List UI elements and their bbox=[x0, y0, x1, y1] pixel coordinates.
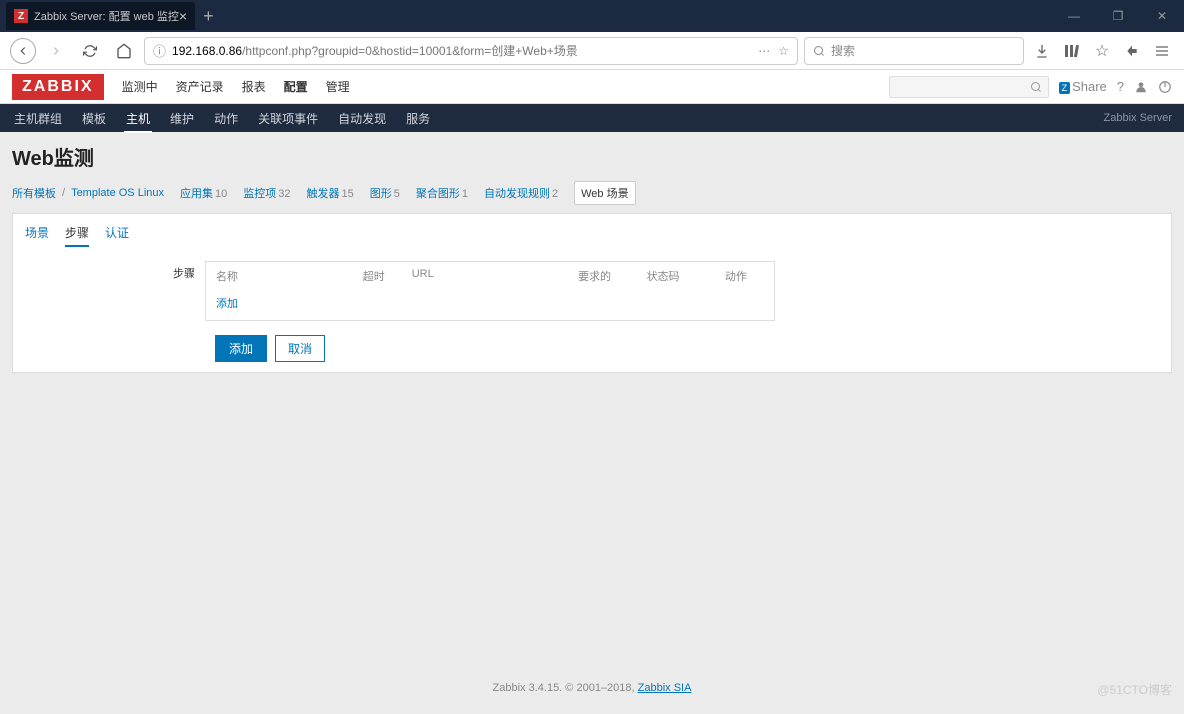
nav-reports[interactable]: 报表 bbox=[242, 70, 266, 103]
undo-icon[interactable] bbox=[1120, 39, 1144, 63]
nav-inventory[interactable]: 资产记录 bbox=[176, 70, 224, 103]
subnav-templates[interactable]: 模板 bbox=[80, 104, 108, 133]
nav-administration[interactable]: 管理 bbox=[326, 70, 350, 103]
nav-monitoring[interactable]: 监测中 bbox=[122, 70, 158, 103]
search-placeholder: 搜索 bbox=[831, 42, 855, 59]
close-window-button[interactable]: ✕ bbox=[1140, 0, 1184, 32]
filter-items[interactable]: 监控项32 bbox=[243, 185, 290, 201]
url-domain: 192.168.0.86 bbox=[172, 44, 242, 58]
filter-triggers[interactable]: 触发器15 bbox=[307, 185, 354, 201]
subnav-hostgroups[interactable]: 主机群组 bbox=[12, 104, 64, 133]
filter-discovery-rules[interactable]: 自动发现规则2 bbox=[484, 185, 558, 201]
col-action: 动作 bbox=[725, 268, 764, 284]
breadcrumb-separator: / bbox=[62, 187, 65, 199]
filter-web-scenarios[interactable]: Web 场景 bbox=[574, 181, 635, 205]
subnav-actions[interactable]: 动作 bbox=[212, 104, 240, 133]
info-icon[interactable]: ⓘ bbox=[153, 41, 166, 60]
col-required: 要求的 bbox=[578, 268, 647, 284]
footer: Zabbix 3.4.15. © 2001–2018, Zabbix SIA bbox=[0, 682, 1184, 694]
watermark: @51CTO博客 bbox=[1097, 681, 1172, 698]
new-tab-button[interactable]: + bbox=[203, 6, 214, 27]
subnav-services[interactable]: 服务 bbox=[404, 104, 432, 133]
search-bar[interactable]: 搜索 bbox=[804, 37, 1024, 65]
col-status: 状态码 bbox=[647, 268, 725, 284]
zabbix-header: ZABBIX 监测中 资产记录 报表 配置 管理 ZShare ? bbox=[0, 70, 1184, 104]
tab-steps[interactable]: 步骤 bbox=[65, 224, 89, 247]
form-tabs: 场景 步骤 认证 bbox=[25, 224, 1159, 247]
breadcrumb-template[interactable]: Template OS Linux bbox=[71, 187, 164, 199]
filter-screens[interactable]: 聚合图形1 bbox=[416, 185, 468, 201]
steps-table: 名称 超时 URL 要求的 状态码 动作 添加 bbox=[205, 261, 775, 321]
steps-table-header: 名称 超时 URL 要求的 状态码 动作 bbox=[206, 262, 774, 290]
breadcrumb-all-templates[interactable]: 所有模板 bbox=[12, 185, 56, 201]
browser-tab-bar: Z Zabbix Server: 配置 web 监控 × + — ❐ ✕ bbox=[0, 0, 1184, 32]
add-step-link[interactable]: 添加 bbox=[216, 298, 238, 310]
minimize-button[interactable]: — bbox=[1052, 0, 1096, 32]
maximize-button[interactable]: ❐ bbox=[1096, 0, 1140, 32]
col-timeout: 超时 bbox=[363, 268, 412, 284]
form-buttons: 添加 取消 bbox=[215, 335, 1159, 362]
bookmark-star-icon[interactable]: ☆ bbox=[778, 44, 789, 58]
url-path: /httpconf.php?groupid=0&hostid=10001&for… bbox=[242, 42, 578, 59]
footer-text: Zabbix 3.4.15. © 2001–2018, bbox=[493, 682, 638, 694]
home-button[interactable] bbox=[110, 37, 138, 65]
subnav-maintenance[interactable]: 维护 bbox=[168, 104, 196, 133]
add-button[interactable]: 添加 bbox=[215, 335, 267, 362]
cancel-button[interactable]: 取消 bbox=[275, 335, 325, 362]
filter-applications[interactable]: 应用集10 bbox=[180, 185, 227, 201]
page-actions-icon[interactable]: ⋯ bbox=[758, 44, 770, 58]
logout-icon[interactable] bbox=[1158, 80, 1172, 94]
reload-button[interactable] bbox=[76, 37, 104, 65]
browser-toolbar: ⓘ 192.168.0.86/httpconf.php?groupid=0&ho… bbox=[0, 32, 1184, 70]
forward-button[interactable] bbox=[42, 37, 70, 65]
subnav-hosts[interactable]: 主机 bbox=[124, 104, 152, 133]
back-button[interactable] bbox=[10, 38, 36, 64]
server-label: Zabbix Server bbox=[1104, 112, 1172, 124]
steps-add-row: 添加 bbox=[206, 290, 774, 320]
close-tab-icon[interactable]: × bbox=[179, 8, 187, 24]
nav-configuration[interactable]: 配置 bbox=[284, 70, 308, 103]
subnav-discovery[interactable]: 自动发现 bbox=[336, 104, 388, 133]
share-link[interactable]: ZShare bbox=[1059, 79, 1107, 94]
footer-link[interactable]: Zabbix SIA bbox=[638, 682, 692, 694]
main-nav: 监测中 资产记录 报表 配置 管理 bbox=[122, 70, 350, 103]
sub-nav: 主机群组 模板 主机 维护 动作 关联项事件 自动发现 服务 Zabbix Se… bbox=[0, 104, 1184, 132]
help-icon[interactable]: ? bbox=[1117, 79, 1124, 94]
filter-graphs[interactable]: 图形5 bbox=[370, 185, 400, 201]
content-box: 场景 步骤 认证 步骤 名称 超时 URL 要求的 状态码 动作 添加 bbox=[12, 213, 1172, 373]
bookmark-icon[interactable]: ☆ bbox=[1090, 39, 1114, 63]
steps-form-row: 步骤 名称 超时 URL 要求的 状态码 动作 添加 bbox=[25, 261, 1159, 321]
tab-favicon-icon: Z bbox=[14, 9, 28, 23]
downloads-icon[interactable] bbox=[1030, 39, 1054, 63]
col-name: 名称 bbox=[216, 268, 363, 284]
col-url: URL bbox=[412, 268, 578, 284]
url-bar[interactable]: ⓘ 192.168.0.86/httpconf.php?groupid=0&ho… bbox=[144, 37, 798, 65]
tab-scenario[interactable]: 场景 bbox=[25, 224, 49, 247]
user-icon[interactable] bbox=[1134, 80, 1148, 94]
search-icon bbox=[813, 45, 825, 57]
zabbix-logo[interactable]: ZABBIX bbox=[12, 74, 104, 100]
zabbix-search[interactable] bbox=[889, 76, 1049, 98]
tab-title: Zabbix Server: 配置 web 监控 bbox=[34, 8, 179, 24]
page-content: Web监测 所有模板 / Template OS Linux 应用集10 监控项… bbox=[0, 132, 1184, 383]
steps-label: 步骤 bbox=[25, 261, 205, 281]
subnav-correlation[interactable]: 关联项事件 bbox=[256, 104, 320, 133]
library-icon[interactable] bbox=[1060, 39, 1084, 63]
window-controls: — ❐ ✕ bbox=[1052, 0, 1184, 32]
tab-auth[interactable]: 认证 bbox=[105, 224, 129, 247]
breadcrumb-filter: 所有模板 / Template OS Linux 应用集10 监控项32 触发器… bbox=[12, 181, 1172, 205]
menu-icon[interactable] bbox=[1150, 39, 1174, 63]
browser-tab[interactable]: Z Zabbix Server: 配置 web 监控 × bbox=[6, 2, 195, 30]
page-title: Web监测 bbox=[12, 142, 1172, 171]
